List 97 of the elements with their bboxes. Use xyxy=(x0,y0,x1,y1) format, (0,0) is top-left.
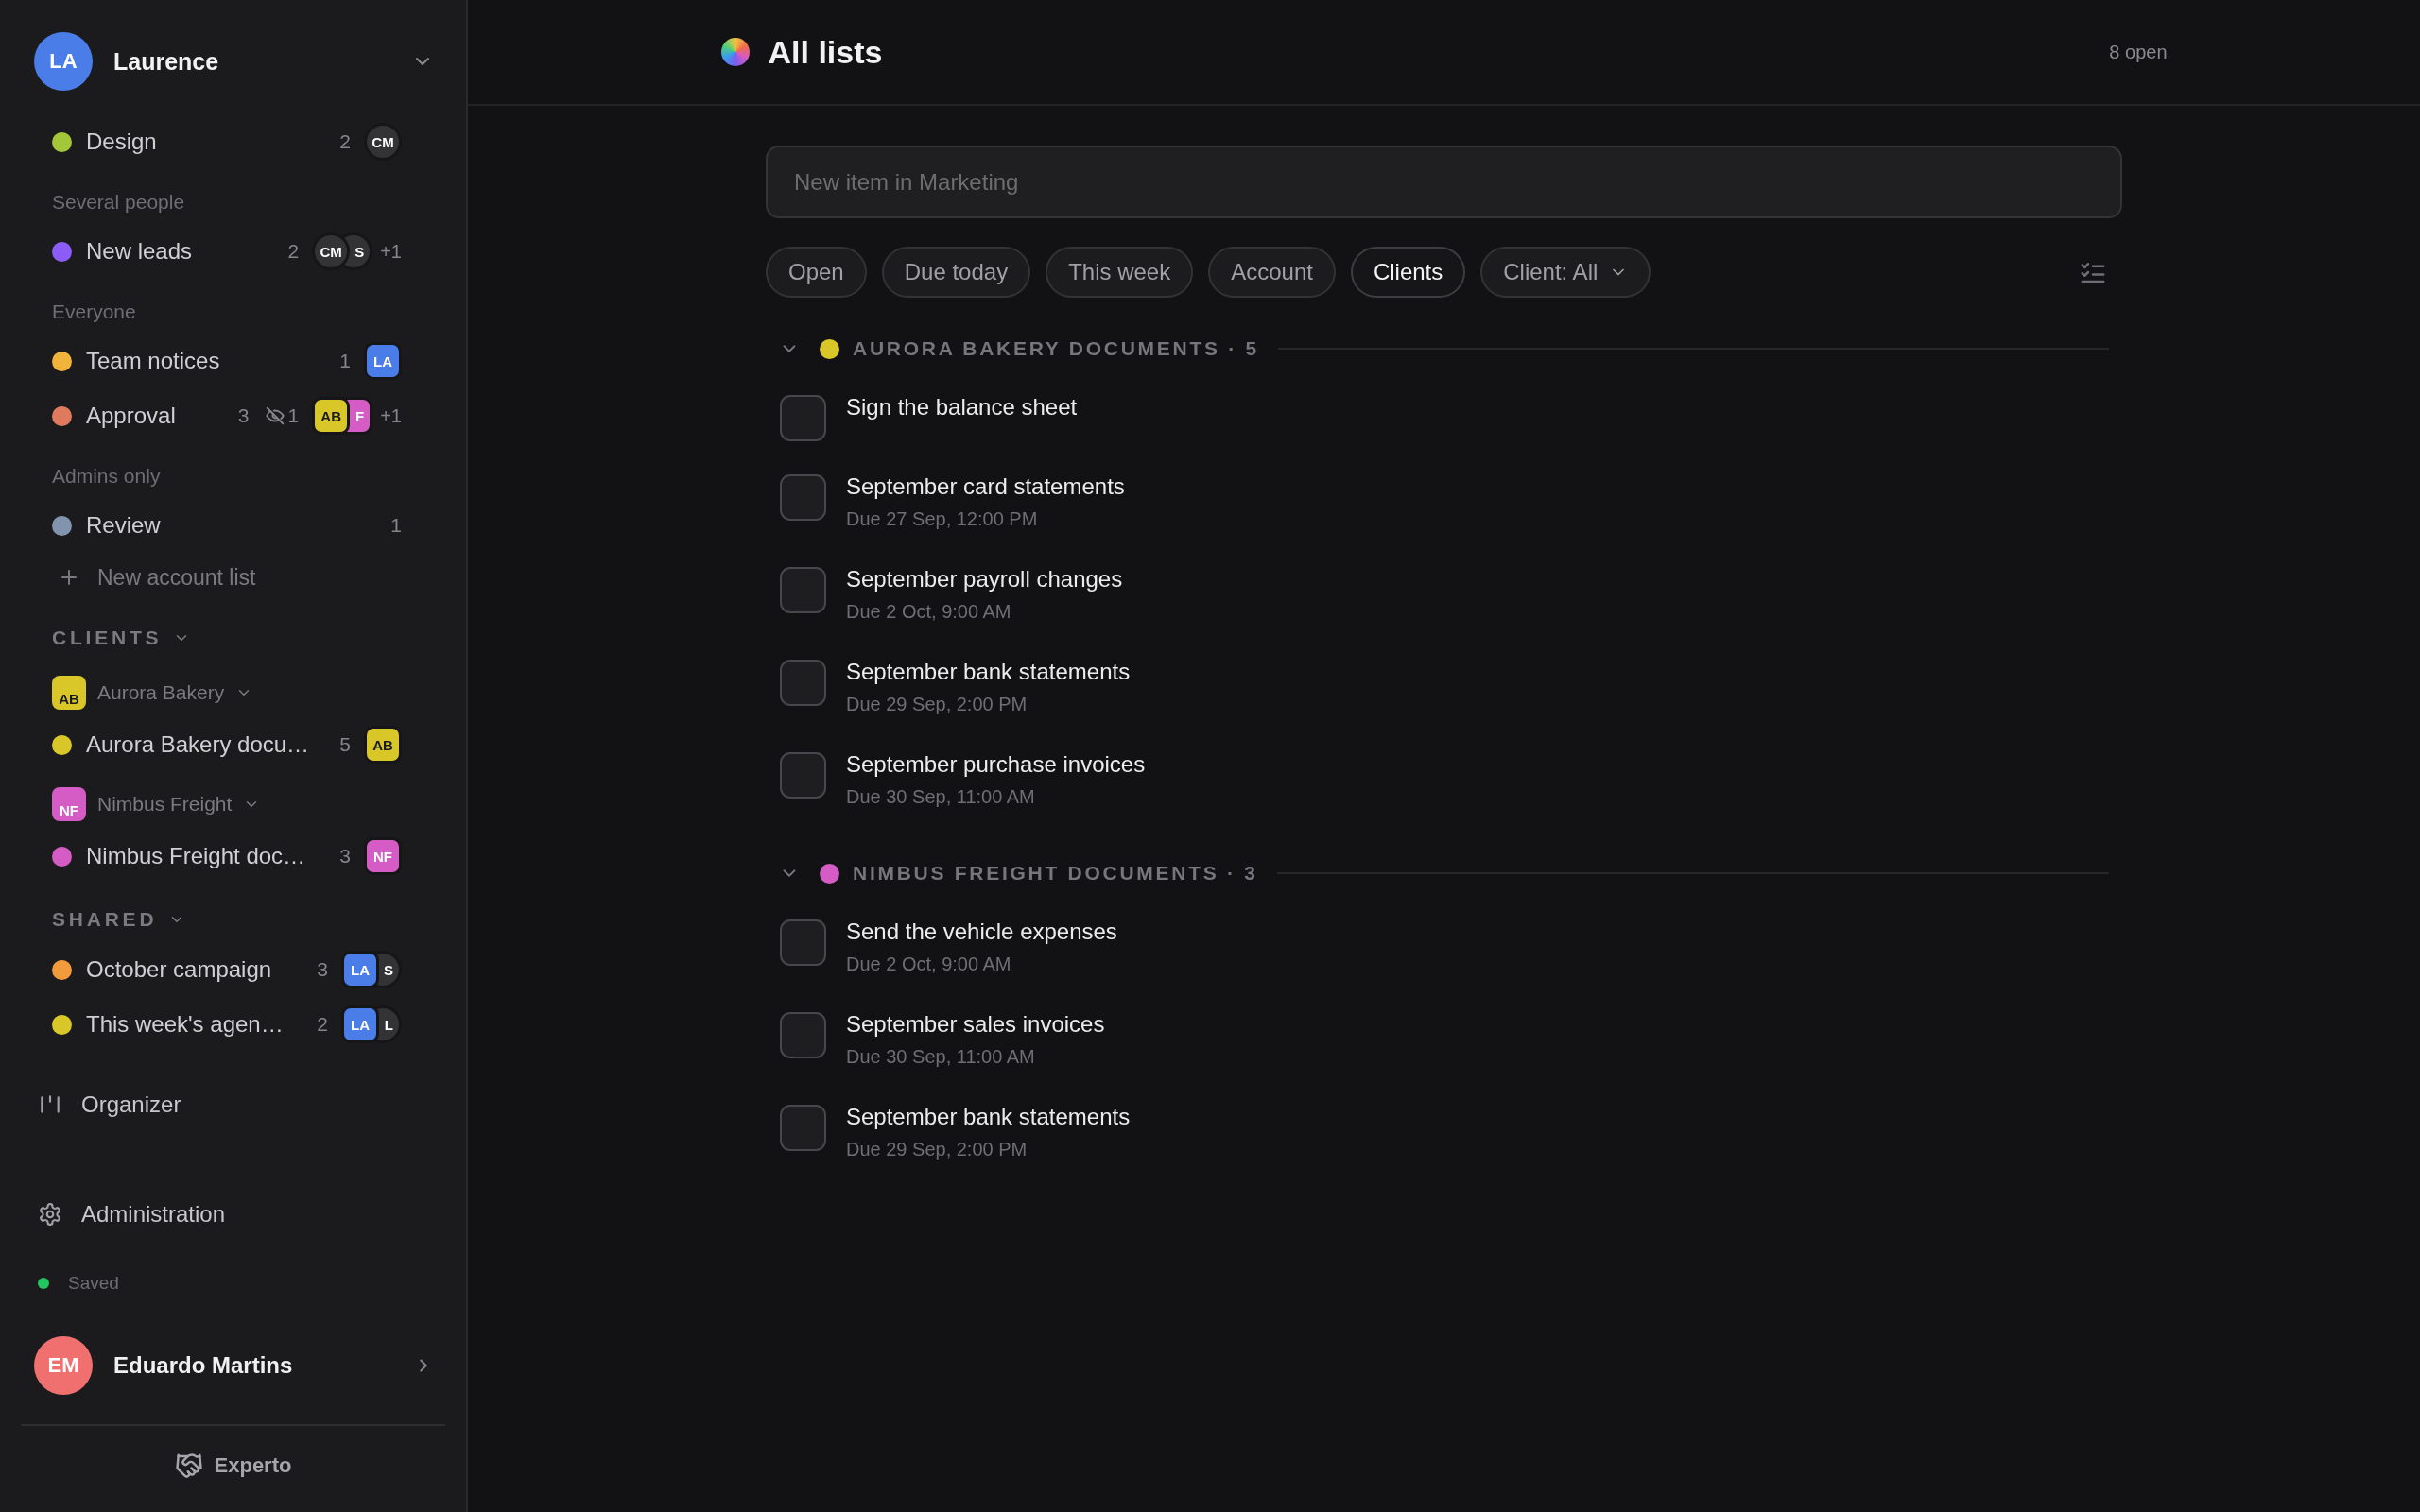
due-date: Due 30 Sep, 11:00 AM xyxy=(846,785,1036,809)
handshake-icon xyxy=(174,1452,203,1480)
item-count: 2 xyxy=(339,130,351,153)
item-title: September bank statements xyxy=(846,658,1131,686)
item-title: Sign the balance sheet xyxy=(846,393,1078,421)
due-date: Due 30 Sep, 11:00 AM xyxy=(846,1045,1036,1069)
avatar: AB xyxy=(364,726,402,764)
list-name: Review xyxy=(86,512,162,539)
client-name: Aurora Bakery xyxy=(97,681,225,704)
item-count: 3 xyxy=(339,845,351,868)
organizer-link[interactable]: Organizer xyxy=(38,1080,182,1129)
avatar: AB xyxy=(312,397,351,435)
status-dot xyxy=(38,1278,49,1289)
list-name: Aurora Bakery docu… xyxy=(86,731,311,758)
due-date: Due 29 Sep, 2:00 PM xyxy=(846,1138,1028,1161)
avatar: LA xyxy=(341,951,379,988)
more-count: +1 xyxy=(380,240,402,263)
item-count: 2 xyxy=(317,1013,328,1036)
item-title: Send the vehicle expenses xyxy=(846,918,1117,946)
item-title: September purchase invoices xyxy=(846,750,1146,779)
checkbox[interactable] xyxy=(780,752,826,799)
checkbox[interactable] xyxy=(780,567,826,613)
client-name: Nimbus Freight xyxy=(97,793,233,816)
administration-link[interactable]: Administration xyxy=(38,1188,226,1241)
checkbox[interactable] xyxy=(780,660,826,706)
filter-chip[interactable]: Open xyxy=(766,247,867,298)
list-name: New leads xyxy=(86,238,194,265)
open-count: 8 open xyxy=(2109,41,2168,63)
due-date: Due 27 Sep, 12:00 PM xyxy=(846,507,1039,531)
item-title: September card statements xyxy=(846,472,1125,501)
avatar: CM xyxy=(364,123,402,161)
brand-name: Experto xyxy=(214,1453,292,1478)
client-header[interactable]: NF Nimbus Freight xyxy=(52,780,261,829)
due-date: Due 2 Oct, 9:00 AM xyxy=(846,953,1012,976)
new-item-field[interactable]: New item in Marketing xyxy=(766,146,2122,218)
sidebar-item[interactable]: Approval 3 1 AB F +1 xyxy=(52,388,402,443)
color-wheel-icon xyxy=(720,38,750,66)
eye-off-icon xyxy=(264,405,285,426)
item-title: September payroll changes xyxy=(846,565,1123,593)
filter-chip[interactable]: Clients xyxy=(1350,247,1466,298)
item-title: September sales invoices xyxy=(846,1010,1105,1039)
new-list-button[interactable]: New account list xyxy=(52,553,256,602)
client-badge: NF xyxy=(52,787,86,821)
avatar: LA xyxy=(34,32,93,91)
sidebar-item[interactable]: Design 2 CM xyxy=(52,114,402,169)
group-label: Admins only xyxy=(52,464,162,489)
checkbox[interactable] xyxy=(780,1012,826,1058)
sidebar-item[interactable]: New leads 2 CM S +1 xyxy=(52,224,402,279)
avatar: LA xyxy=(364,342,402,380)
item-title: September bank statements xyxy=(846,1103,1131,1131)
item-count: 2 xyxy=(287,240,300,263)
section-header[interactable]: CLIENTS xyxy=(52,615,191,661)
sidebar-item[interactable]: Nimbus Freight doc… 3 NF xyxy=(52,829,402,884)
list-name: Team notices xyxy=(86,348,221,374)
checkbox[interactable] xyxy=(780,919,826,966)
item-count: 1 xyxy=(339,350,351,372)
filter-chip[interactable]: This week xyxy=(1046,247,1194,298)
checkbox[interactable] xyxy=(780,474,826,521)
list-name: October campaign xyxy=(86,956,273,983)
due-date: Due 2 Oct, 9:00 AM xyxy=(846,600,1012,624)
hidden-count: 1 xyxy=(287,404,300,427)
account-switcher[interactable]: LA Laurence xyxy=(0,15,466,108)
client-header[interactable]: AB Aurora Bakery xyxy=(52,668,253,717)
item-count: 5 xyxy=(339,733,351,756)
checkbox[interactable] xyxy=(780,395,826,441)
user-profile[interactable]: EM Eduardo Martins xyxy=(0,1318,466,1413)
filter-chip[interactable]: Account xyxy=(1208,247,1336,298)
group-title: NIMBUS FREIGHT DOCUMENTS · 3 xyxy=(853,862,1258,885)
checkbox[interactable] xyxy=(780,1105,826,1151)
group-title: AURORA BAKERY DOCUMENTS · 5 xyxy=(853,337,1259,360)
list-name: Nimbus Freight doc… xyxy=(86,843,307,869)
item-count: 3 xyxy=(237,404,250,427)
item-count: 1 xyxy=(390,514,402,537)
item-count: 3 xyxy=(317,958,328,981)
section-header[interactable]: SHARED xyxy=(52,897,186,942)
avatar: CM xyxy=(312,232,351,270)
save-status: Saved xyxy=(68,1273,119,1294)
group-label: Everyone xyxy=(52,300,137,324)
sidebar-item[interactable]: Review 1 xyxy=(52,498,402,553)
filter-dropdown[interactable]: Client: All xyxy=(1480,247,1651,298)
avatar: NF xyxy=(364,837,402,875)
list-name: This week's agen… xyxy=(86,1011,285,1038)
list-name: Design xyxy=(86,129,158,155)
list-name: Approval xyxy=(86,403,177,429)
due-date: Due 29 Sep, 2:00 PM xyxy=(846,693,1028,716)
sidebar-item[interactable]: Aurora Bakery docu… 5 AB xyxy=(52,717,402,772)
page-title: All lists xyxy=(768,33,884,71)
avatar: EM xyxy=(34,1336,93,1395)
client-badge: AB xyxy=(52,676,86,710)
sidebar-item[interactable]: October campaign 3 LA S xyxy=(52,942,402,997)
sidebar-item[interactable]: Team notices 1 LA xyxy=(52,334,402,388)
group-label: Several people xyxy=(52,190,186,215)
more-count: +1 xyxy=(380,404,402,427)
avatar: LA xyxy=(341,1005,379,1043)
sidebar-item[interactable]: This week's agen… 2 LA L xyxy=(52,997,402,1052)
settings-icon xyxy=(38,1202,62,1227)
filter-chip[interactable]: Due today xyxy=(881,247,1031,298)
